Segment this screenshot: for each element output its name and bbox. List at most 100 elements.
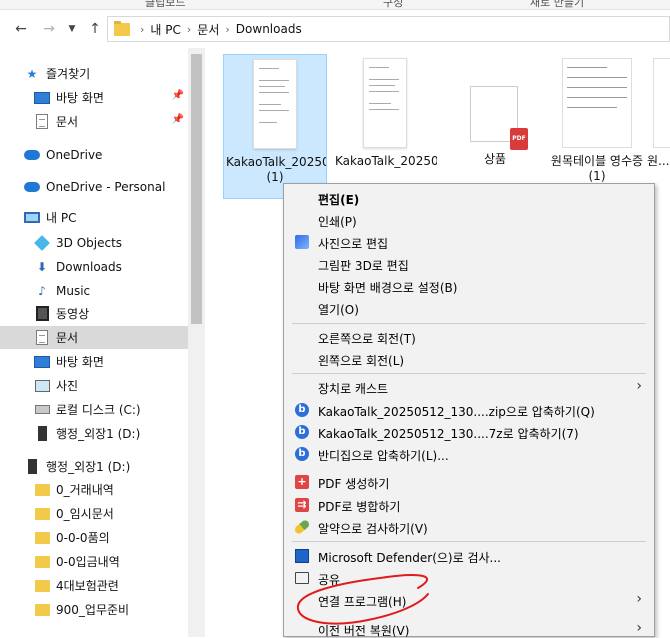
- desktop-icon: [34, 91, 50, 104]
- file-item[interactable]: PDF 상품: [443, 54, 547, 199]
- sidebar-item-folder[interactable]: 0_임시문서: [0, 502, 188, 525]
- menu-item-alyac-scan[interactable]: 알약으로 검사하기(V): [286, 516, 652, 538]
- file-thumbnail: PDF: [470, 86, 528, 150]
- sidebar-item-local-disk-c[interactable]: 로컬 디스크 (C:): [0, 398, 188, 421]
- file-item[interactable]: 원...: [645, 54, 670, 199]
- sidebar-item-drive-d-root[interactable]: 행정_외장1 (D:): [0, 455, 188, 478]
- menu-item-label: 알약으로 검사하기(V): [318, 522, 428, 536]
- menu-item-rotate-right[interactable]: 오른쪽으로 회전(T): [286, 326, 652, 348]
- sidebar-item-documents-pinned[interactable]: 문서 📌: [0, 110, 188, 133]
- sidebar-item-label: 3D Objects: [56, 235, 123, 250]
- sidebar-item-folder[interactable]: 900_업무준비: [0, 598, 188, 621]
- sidebar-item-drive-d[interactable]: 행정_외장1 (D:): [0, 422, 188, 445]
- arrow-left-icon: ←: [15, 21, 27, 37]
- menu-item-open-with[interactable]: 연결 프로그램(H) ›: [286, 589, 652, 611]
- menu-item-label: 인쇄(P): [318, 215, 357, 229]
- menu-item-bandizip-compress[interactable]: b 반디집으로 압축하기(L)...: [286, 443, 652, 465]
- sidebar-item-videos[interactable]: 동영상: [0, 302, 188, 325]
- back-button[interactable]: ←: [12, 20, 30, 38]
- ribbon-organize[interactable]: 구성: [383, 0, 403, 9]
- file-name: 상품: [483, 152, 507, 166]
- file-item[interactable]: KakaoTalk_20250512_130049972 (1): [223, 54, 327, 199]
- menu-item-create-pdf[interactable]: + PDF 생성하기: [286, 471, 652, 493]
- menu-item-label: Microsoft Defender(으)로 검사...: [318, 551, 501, 565]
- breadcrumb-my-pc[interactable]: 내 PC: [150, 21, 180, 38]
- sidebar-item-label: 4대보험관련: [56, 579, 119, 593]
- chevron-right-icon: ›: [636, 591, 642, 607]
- sidebar-item-onedrive[interactable]: OneDrive: [0, 143, 188, 166]
- sidebar-item-label: OneDrive - Personal: [46, 179, 166, 194]
- folder-icon: [114, 20, 130, 36]
- pin-icon[interactable]: 📌: [172, 114, 184, 125]
- file-name: 원...: [647, 154, 670, 168]
- menu-item-cast-to-device[interactable]: 장치로 캐스트 ›: [286, 376, 652, 398]
- folder-icon: [34, 603, 50, 616]
- menu-separator: [292, 541, 646, 542]
- menu-item-restore-previous-versions[interactable]: 이전 버전 복원(V) ›: [286, 618, 652, 638]
- menu-item-edit[interactable]: 편집(E): [286, 187, 652, 209]
- chevron-right-icon[interactable]: ›: [140, 23, 144, 36]
- sidebar-item-downloads[interactable]: ⬇ Downloads: [0, 255, 188, 278]
- sidebar-item-onedrive-personal[interactable]: OneDrive - Personal: [0, 175, 188, 198]
- photos-icon: [295, 235, 309, 249]
- menu-item-label: 열기(O): [318, 303, 359, 317]
- sidebar-item-desktop-pinned[interactable]: 바탕 화면 📌: [0, 86, 188, 109]
- menu-item-zip-compress[interactable]: b KakaoTalk_20250512_130....zip으로 압축하기(Q…: [286, 399, 652, 421]
- menu-item-edit-with-photos[interactable]: 사진으로 편집: [286, 231, 652, 253]
- sidebar-item-folder[interactable]: 4대보험관련: [0, 574, 188, 597]
- menu-item-set-desktop-background[interactable]: 바탕 화면 배경으로 설정(B): [286, 275, 652, 297]
- ribbon-clipboard[interactable]: 클립보드: [145, 0, 185, 9]
- sidebar-item-this-pc[interactable]: 내 PC: [0, 206, 188, 229]
- forward-button[interactable]: →: [40, 20, 58, 38]
- menu-separator: [292, 373, 646, 374]
- sidebar-item-folder[interactable]: 0-0-0품의: [0, 526, 188, 549]
- usb-drive-icon: [37, 426, 47, 441]
- usb-drive-icon: [27, 459, 37, 474]
- file-item[interactable]: 원목테이블 영수증 (1): [545, 54, 649, 199]
- menu-item-rotate-left[interactable]: 왼쪽으로 회전(L): [286, 348, 652, 370]
- file-item[interactable]: KakaoTalk_20250512_130049972: [333, 54, 437, 199]
- sidebar-item-pictures[interactable]: 사진: [0, 374, 188, 397]
- menu-item-7z-compress[interactable]: b KakaoTalk_20250512_130....7z로 압축하기(7): [286, 421, 652, 443]
- sidebar-item-label: OneDrive: [46, 147, 103, 162]
- sidebar-item-label: 0-0입금내역: [56, 555, 120, 569]
- pdf-icon: PDF: [510, 128, 528, 150]
- ribbon-new[interactable]: 새로 만들기: [530, 0, 584, 9]
- menu-item-defender-scan[interactable]: Microsoft Defender(으)로 검사...: [286, 545, 652, 567]
- sidebar-item-music[interactable]: ♪ Music: [0, 279, 188, 302]
- pin-icon[interactable]: 📌: [172, 90, 184, 101]
- scrollbar-thumb[interactable]: [191, 54, 202, 324]
- menu-item-label: 공유: [318, 573, 341, 587]
- arrow-up-icon: ↑: [89, 21, 101, 37]
- file-thumbnail: [562, 58, 632, 148]
- address-bar[interactable]: › 내 PC › 문서 › Downloads: [107, 16, 670, 42]
- sidebar-scrollbar[interactable]: [188, 48, 205, 637]
- menu-item-label: 이전 버전 복원(V): [318, 624, 410, 638]
- navigation-bar: ← → ▼ ↑ › 내 PC › 문서 › Downloads: [0, 10, 670, 48]
- sidebar-item-label: 즐겨찾기: [46, 67, 91, 81]
- breadcrumb-downloads[interactable]: Downloads: [236, 22, 302, 36]
- chevron-right-icon[interactable]: ›: [187, 23, 191, 36]
- sidebar-item-quick-access[interactable]: ★ 즐겨찾기: [0, 62, 188, 85]
- chevron-right-icon[interactable]: ›: [225, 23, 229, 36]
- sidebar-item-3d-objects[interactable]: 3D Objects: [0, 231, 188, 254]
- sidebar-item-documents[interactable]: 문서: [0, 326, 188, 349]
- download-icon: ⬇: [36, 259, 48, 274]
- menu-item-print[interactable]: 인쇄(P): [286, 209, 652, 231]
- menu-item-open[interactable]: 열기(O): [286, 297, 652, 319]
- menu-item-merge-pdf[interactable]: ⇉ PDF로 병합하기: [286, 494, 652, 516]
- up-button[interactable]: ↑: [86, 20, 104, 38]
- menu-item-label: PDF로 병합하기: [318, 500, 401, 514]
- menu-item-edit-paint3d[interactable]: 그림판 3D로 편집: [286, 253, 652, 275]
- sidebar-item-folder[interactable]: 0_거래내역: [0, 478, 188, 501]
- breadcrumb-documents[interactable]: 문서: [197, 21, 219, 38]
- cloud-icon: [24, 181, 40, 192]
- recent-locations-button[interactable]: ▼: [63, 20, 81, 38]
- document-icon: [36, 330, 48, 345]
- menu-item-label: 반디집으로 압축하기(L)...: [318, 449, 449, 463]
- sidebar-item-label: 행정_외장1 (D:): [46, 460, 131, 474]
- pdf-create-icon: +: [295, 475, 309, 489]
- sidebar-item-desktop[interactable]: 바탕 화면: [0, 350, 188, 373]
- sidebar-item-folder[interactable]: 0-0입금내역: [0, 550, 188, 573]
- menu-item-share[interactable]: 공유: [286, 567, 652, 589]
